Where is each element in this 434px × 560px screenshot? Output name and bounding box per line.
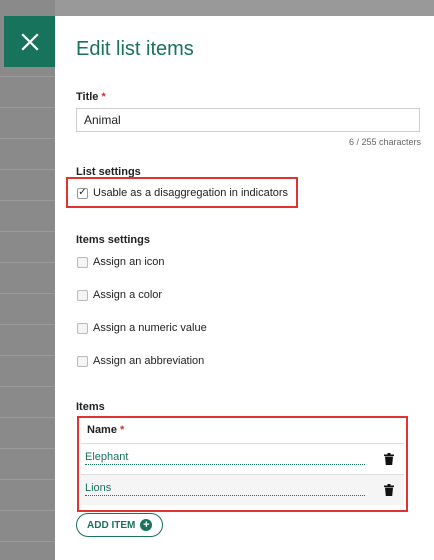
assign-icon-checkbox[interactable] (77, 256, 88, 268)
assign-icon-label: Assign an icon (93, 256, 165, 268)
disaggregation-checkbox-row[interactable]: ✓ Usable as a disaggregation in indicato… (77, 187, 288, 199)
assign-abbreviation-checkbox[interactable] (77, 355, 88, 367)
assign-color-row[interactable]: Assign a color (77, 289, 162, 301)
edit-list-items-panel: Edit list items Title * 6 / 255 characte… (55, 16, 434, 560)
disaggregation-checkbox[interactable]: ✓ (77, 187, 88, 199)
plus-circle-icon: + (140, 519, 153, 531)
background-row-divider (0, 324, 55, 325)
item-name-field[interactable]: Elephant (85, 451, 365, 465)
disaggregation-label: Usable as a disaggregation in indicators (93, 187, 289, 199)
background-row-divider (0, 386, 55, 387)
background-row-divider (0, 448, 55, 449)
trash-icon[interactable] (384, 484, 394, 496)
add-item-label: ADD ITEM (87, 519, 136, 531)
background-row-divider (0, 169, 55, 170)
table-row: Lions (81, 474, 404, 505)
trash-icon[interactable] (384, 453, 394, 465)
assign-numeric-value-row[interactable]: Assign a numeric value (77, 322, 207, 334)
background-row-divider (0, 138, 55, 139)
assign-color-label: Assign a color (93, 289, 163, 301)
assign-icon-row[interactable]: Assign an icon (77, 256, 165, 268)
required-marker: * (101, 91, 106, 103)
background-row-divider (0, 479, 55, 480)
title-input[interactable] (76, 108, 420, 132)
title-label-text: Title (76, 91, 99, 103)
background-list (0, 0, 55, 560)
items-heading: Items (76, 401, 105, 413)
assign-abbreviation-label: Assign an abbreviation (93, 355, 205, 367)
background-row-divider (0, 76, 55, 77)
background-row-divider (0, 541, 55, 542)
background-row-divider (0, 262, 55, 263)
required-marker: * (120, 424, 125, 436)
items-settings-heading: Items settings (76, 234, 150, 246)
background-row-divider (0, 107, 55, 108)
background-row-divider (0, 510, 55, 511)
background-header (55, 0, 434, 16)
add-item-button[interactable]: ADD ITEM + (76, 513, 164, 537)
page-title: Edit list items (76, 38, 194, 60)
title-char-count: 6 / 255 characters (348, 137, 421, 147)
close-button[interactable] (4, 16, 55, 67)
table-row: Elephant (81, 443, 404, 474)
assign-abbreviation-row[interactable]: Assign an abbreviation (77, 355, 204, 367)
background-row-divider (0, 417, 55, 418)
items-table: Name * Elephant Lions (77, 416, 408, 512)
name-column-label: Name (87, 424, 117, 436)
assign-numeric-value-label: Assign a numeric value (93, 322, 207, 334)
assign-numeric-value-checkbox[interactable] (77, 322, 88, 334)
background-row-divider (0, 293, 55, 294)
close-icon (20, 32, 39, 51)
background-row-divider (0, 355, 55, 356)
name-column-header: Name * (87, 424, 124, 436)
background-row-divider (0, 231, 55, 232)
assign-color-checkbox[interactable] (77, 289, 88, 301)
title-field-label: Title * (76, 91, 106, 103)
item-name-field[interactable]: Lions (85, 482, 365, 496)
background-row-divider (0, 200, 55, 201)
